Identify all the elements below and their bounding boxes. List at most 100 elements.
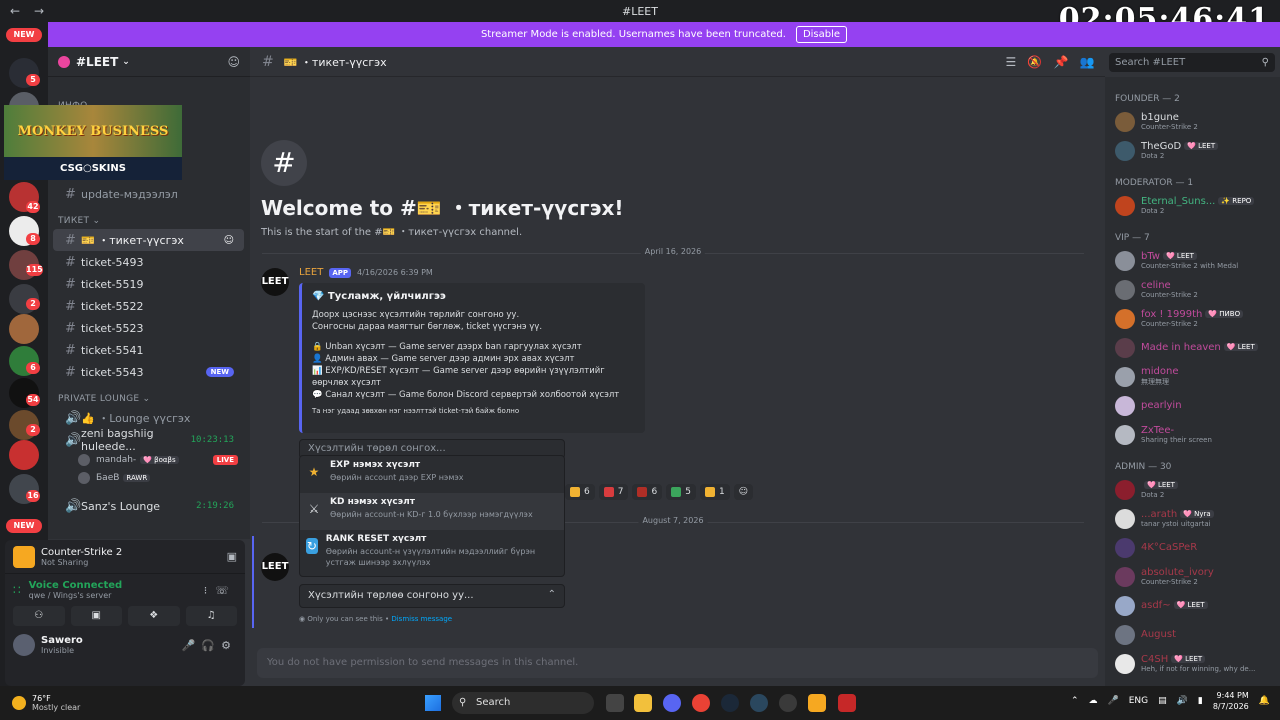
option-exp[interactable]: ★ EXP нэмэх хүсэлт Өөрийн account дээр EX…: [300, 456, 564, 493]
onedrive-icon[interactable]: ☁: [1089, 696, 1098, 706]
reactions: 6 7 6 5 1 ☺: [565, 484, 754, 500]
member-item[interactable]: asdf~ 🩷 LEET: [1105, 591, 1280, 620]
member-item[interactable]: C4SH 🩷 LEET Heh, if not for winning, why d…: [1105, 649, 1280, 678]
taskbar-search[interactable]: ⚲ Search: [452, 692, 594, 714]
chevron-up-icon[interactable]: ⌃: [1071, 696, 1079, 706]
disconnect-icon[interactable]: ⁝☏: [204, 584, 237, 597]
reaction[interactable]: 6: [565, 484, 595, 500]
member-tag: 🩷 LEET: [1162, 252, 1197, 260]
channel-lounge-create[interactable]: 🔊 👍 ・Lounge үүсгэх: [53, 407, 244, 429]
avatar[interactable]: [13, 634, 35, 656]
discord-icon[interactable]: [663, 694, 681, 712]
mic-headset-settings-icons[interactable]: 🎤🎧⚙: [182, 639, 237, 652]
channel-ticket[interactable]: # ticket-5543 NEW: [53, 361, 244, 383]
members-icon[interactable]: 👥: [1080, 55, 1095, 69]
member-item[interactable]: midone 無理無理: [1105, 362, 1280, 391]
notification-bell-icon[interactable]: 🔔: [1259, 696, 1270, 706]
windows-start-icon[interactable]: [425, 695, 441, 711]
server-icon[interactable]: [9, 440, 39, 470]
voice-channel[interactable]: 🔊 zeni bagshiig huleede... 10:23:13: [53, 427, 244, 453]
file-explorer-icon[interactable]: [634, 694, 652, 712]
member-item[interactable]: TheGoD 🩷 LEET Dota 2: [1105, 136, 1280, 165]
activities-icon[interactable]: ❖: [128, 606, 180, 626]
channel-ticket[interactable]: # ticket-5541: [53, 339, 244, 361]
shield-icon[interactable]: [838, 694, 856, 712]
obs-icon[interactable]: [779, 694, 797, 712]
ticket-type-select-2[interactable]: Хүсэлтийн төрлөө сонгоно уу... ⌃: [299, 584, 565, 608]
soundboard-icon[interactable]: ♫: [185, 606, 237, 626]
mic-icon[interactable]: 🎤: [1108, 696, 1119, 706]
search-input[interactable]: Search #LEET ⚲: [1109, 53, 1275, 72]
screen-share-icon[interactable]: ▣: [227, 550, 237, 563]
member-item[interactable]: ...arath 🩷 Nyra tanar ystoi uitgartai: [1105, 504, 1280, 533]
clock[interactable]: 9:44 PM 8/7/2026: [1213, 690, 1249, 712]
pin-icon[interactable]: 📌: [1053, 55, 1068, 69]
channel-ticket[interactable]: # ticket-5523: [53, 317, 244, 339]
member-item[interactable]: 4K°CaSPeR: [1105, 533, 1280, 562]
avatar[interactable]: LEET: [261, 268, 289, 296]
hash-icon: #: [65, 320, 76, 336]
select-placeholder: Хүсэлтийн төрлөө сонгоно уу...: [308, 590, 474, 601]
category-ticket[interactable]: ТИКЕТ ⌄: [48, 213, 250, 229]
add-reaction-button[interactable]: ☺: [733, 484, 754, 500]
member-item[interactable]: b1gune Counter-Strike 2: [1105, 107, 1280, 136]
chrome-icon[interactable]: [692, 694, 710, 712]
member-name: ZxTee-: [1141, 425, 1175, 436]
channel-ticket[interactable]: # ticket-5493: [53, 251, 244, 273]
guild-header[interactable]: #LEET ⌄ ☺: [48, 47, 250, 77]
screen-share-icon[interactable]: ▣: [70, 606, 122, 626]
option-rank-reset[interactable]: ↻ RANK RESET хүсэлт Өөрийн account-н үзүү…: [300, 530, 564, 567]
weather-widget[interactable]: 76°F Mostly clear: [12, 694, 80, 712]
camera-off-icon[interactable]: ⚇: [13, 606, 65, 626]
counter-strike-icon[interactable]: [808, 694, 826, 712]
voice-user[interactable]: mandah- 🩷 βοαβs LIVE: [48, 451, 250, 469]
member-status: Counter-Strike 2: [1141, 123, 1198, 131]
channel-ticket[interactable]: # ticket-5522: [53, 295, 244, 317]
member-item[interactable]: pearlyin: [1105, 391, 1280, 420]
task-view-icon[interactable]: [606, 694, 624, 712]
member-item[interactable]: bTw 🩷 LEET Counter-Strike 2 with Medal: [1105, 246, 1280, 275]
option-kd[interactable]: ⚔ KD нэмэх хүсэлт Өөрийн account-н KD-г 1…: [300, 493, 564, 530]
reaction[interactable]: 5: [666, 484, 696, 500]
date-label: April 16, 2026: [640, 247, 706, 256]
voice-channel[interactable]: 🔊 Sanz's Lounge 2:19:26: [53, 495, 244, 517]
member-item[interactable]: Eternal_Suns... ✨ REPO Dota 2: [1105, 191, 1280, 220]
voice-user[interactable]: БаеВ RAWR: [48, 469, 250, 487]
only-you-text: Only you can see this •: [307, 615, 390, 623]
member-item[interactable]: 🩷 LEET Dota 2: [1105, 475, 1280, 504]
channel-update[interactable]: # update-мэдээлэл: [53, 183, 244, 205]
dismiss-link[interactable]: Dismiss message: [391, 615, 452, 623]
mute-icon[interactable]: 🔕: [1027, 55, 1042, 69]
member-item[interactable]: absolute_ivory Counter-Strike 2: [1105, 562, 1280, 591]
steam-icon[interactable]: [721, 694, 739, 712]
reaction[interactable]: 6: [632, 484, 663, 500]
member-status: Counter-Strike 2: [1141, 320, 1198, 328]
threads-icon[interactable]: ☰: [1006, 55, 1017, 69]
volume-icon[interactable]: 🔊: [1177, 696, 1188, 706]
avatar: [78, 454, 90, 466]
add-member-icon[interactable]: ☺: [227, 55, 240, 69]
voice-connected-label[interactable]: Voice Connected: [29, 580, 123, 591]
member-item[interactable]: August: [1105, 620, 1280, 649]
channel-ticket-create[interactable]: # 🎫 ・тикет-үүсгэх ☺: [53, 229, 244, 251]
member-item[interactable]: ZxTee- Sharing their screen: [1105, 420, 1280, 449]
category-private-lounge[interactable]: PRIVATE LOUNGE ⌄: [48, 391, 250, 407]
avatar[interactable]: LEET: [261, 553, 289, 581]
member-item[interactable]: celine Counter-Strike 2: [1105, 275, 1280, 304]
language-indicator[interactable]: ENG: [1129, 696, 1148, 706]
battery-icon[interactable]: ▮: [1198, 696, 1203, 706]
add-member-icon[interactable]: ☺: [224, 235, 234, 246]
hash-icon: #: [65, 186, 76, 202]
reaction[interactable]: 7: [598, 484, 629, 500]
member-name: C4SH: [1141, 654, 1169, 665]
steam-icon[interactable]: [750, 694, 768, 712]
member-item[interactable]: Made in heaven 🩷 LEET: [1105, 333, 1280, 362]
member-item[interactable]: fox ! 1999th 🩷 ПИВО Counter-Strike 2: [1105, 304, 1280, 333]
reaction[interactable]: 1: [699, 484, 730, 500]
disable-button[interactable]: Disable: [795, 26, 848, 43]
live-badge: LIVE: [212, 455, 238, 465]
author-name[interactable]: LEET: [299, 267, 323, 278]
network-icon[interactable]: ▤: [1158, 696, 1167, 706]
channel-ticket[interactable]: # ticket-5519: [53, 273, 244, 295]
server-icon[interactable]: [9, 314, 39, 344]
